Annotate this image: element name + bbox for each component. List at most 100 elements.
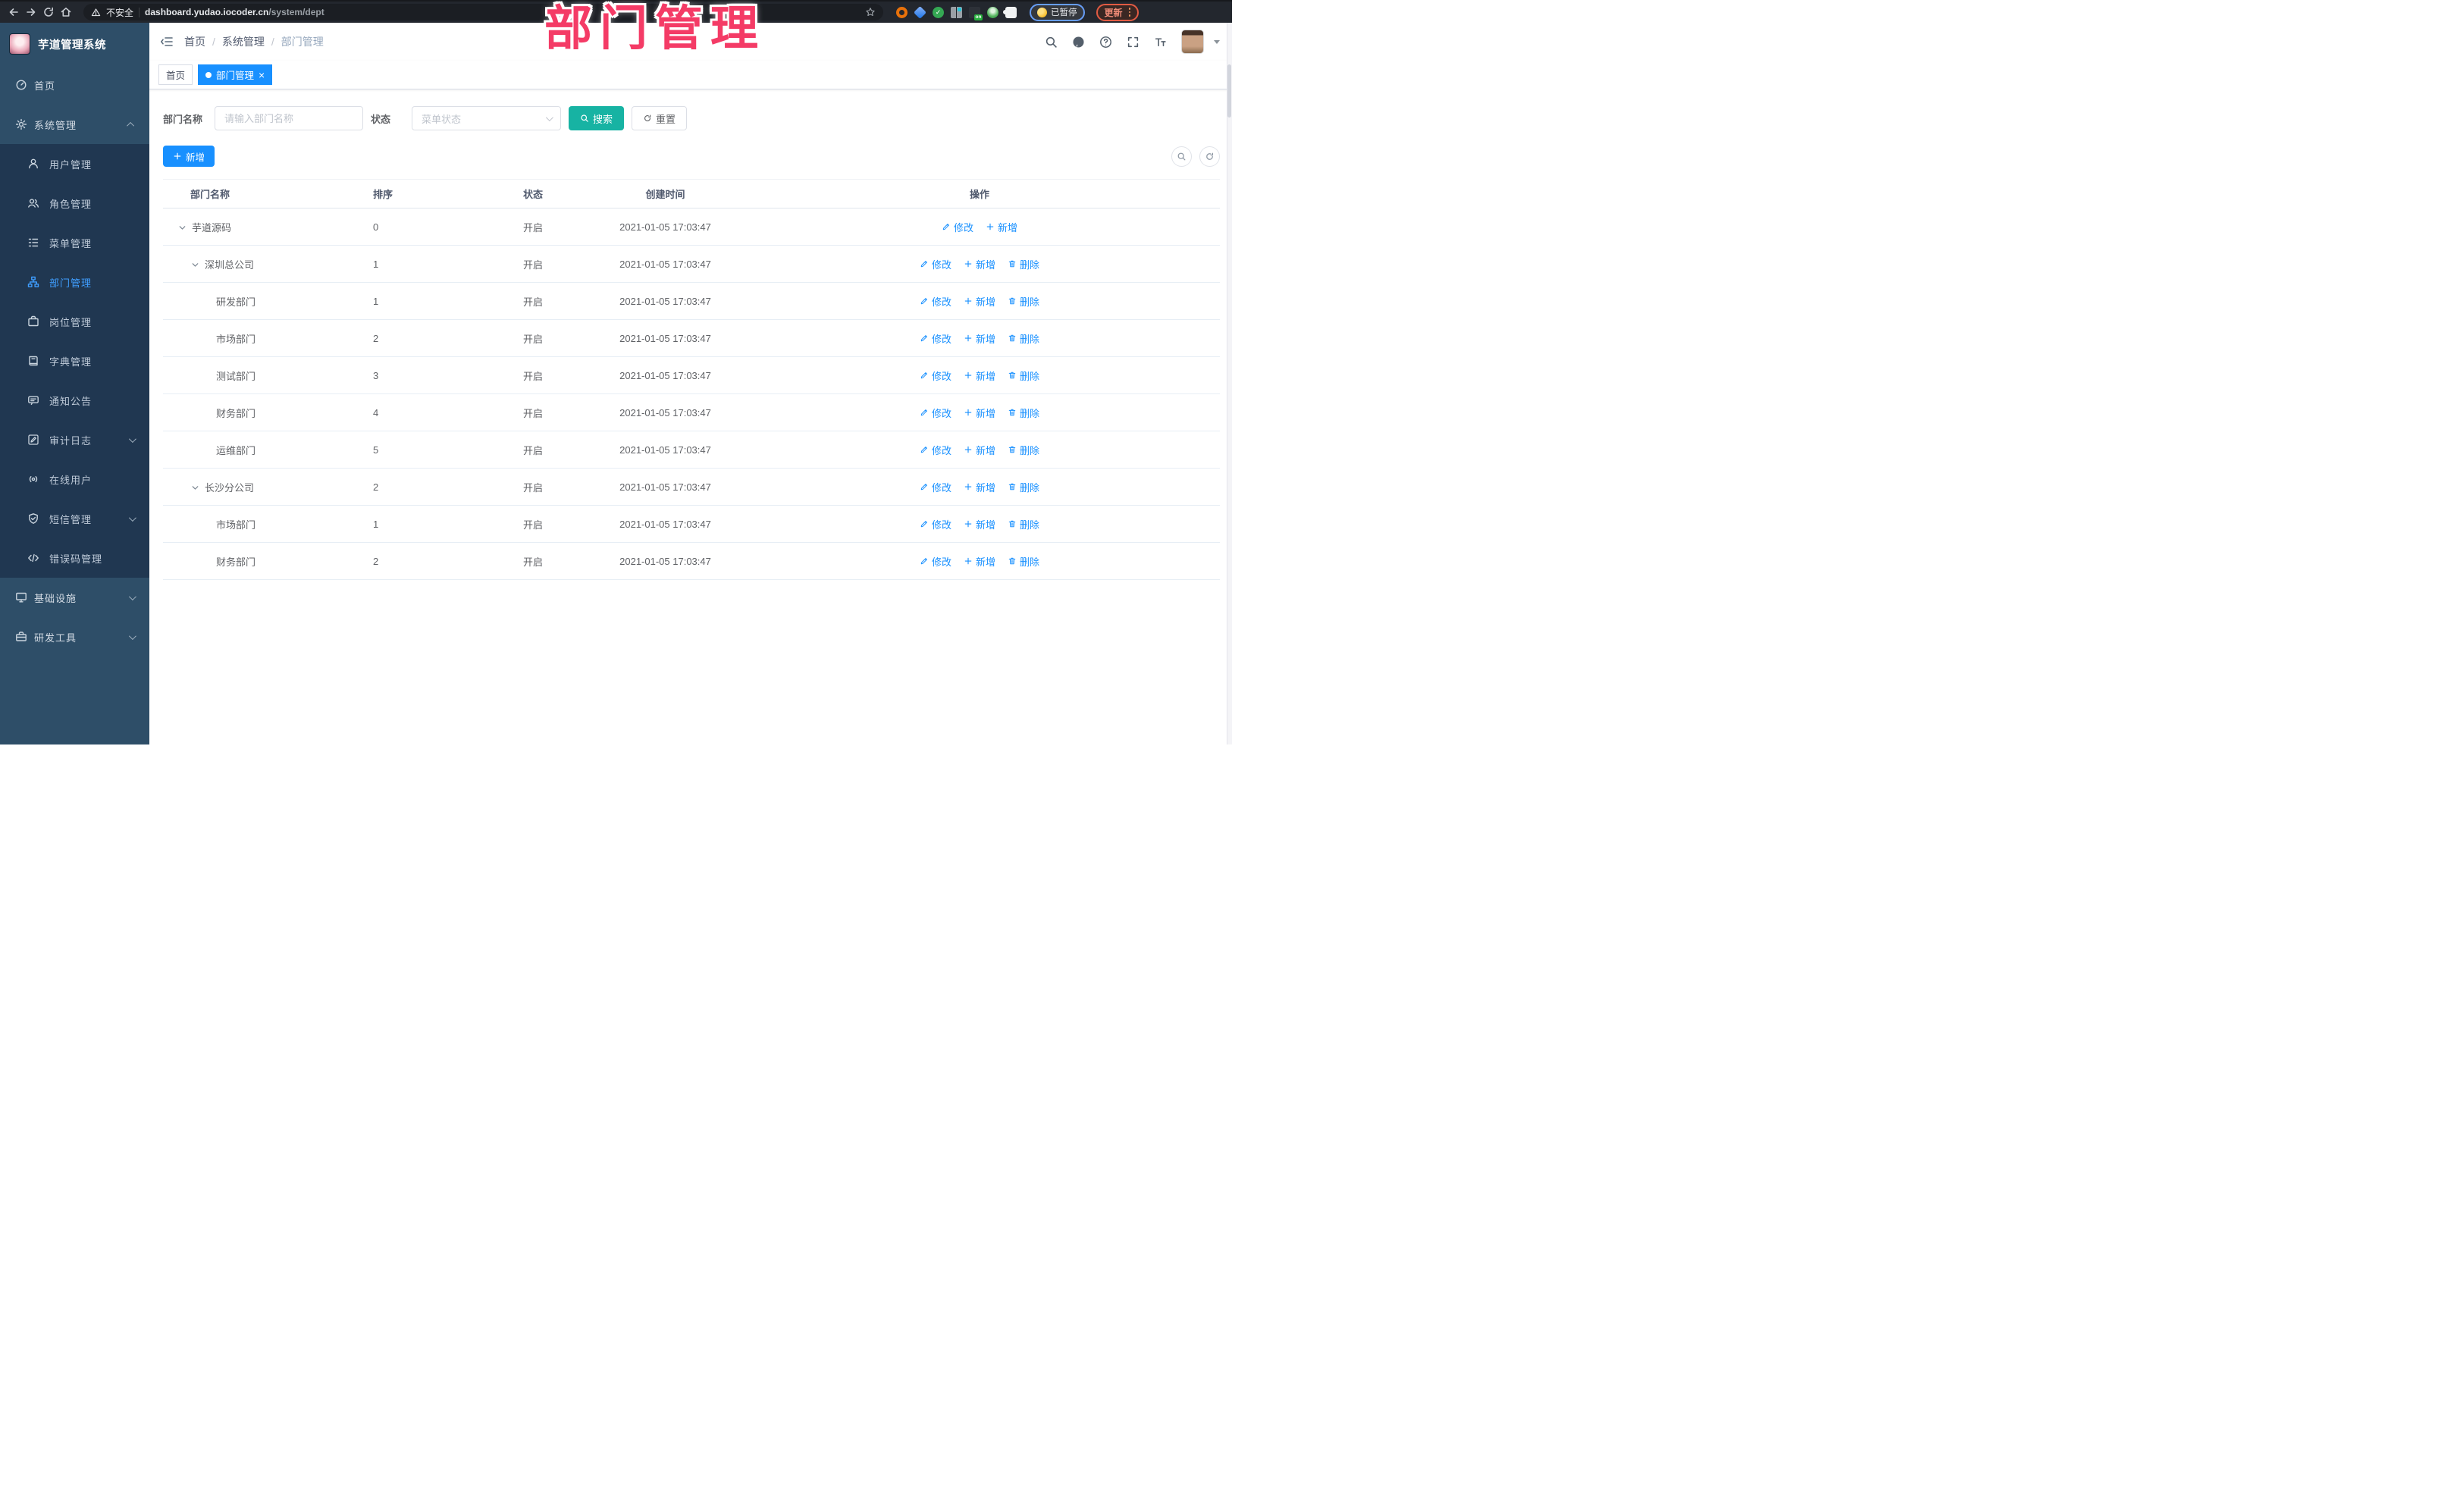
breadcrumb-system[interactable]: 系统管理 [222, 34, 265, 49]
logo-image [9, 33, 30, 55]
sidebar-toggle-icon[interactable] [160, 35, 174, 49]
sidebar-logo[interactable]: 芋道管理系统 [0, 23, 149, 65]
delete-link[interactable]: 删除 [1008, 480, 1039, 494]
reset-button[interactable]: 重置 [632, 106, 688, 130]
bookmark-star-icon[interactable] [865, 7, 876, 17]
extension-check-icon[interactable]: ✓ [933, 6, 944, 18]
caret-down-icon[interactable] [1214, 39, 1220, 44]
browser-profile-chip[interactable]: 已暂停 [1030, 3, 1085, 21]
edit-link[interactable]: 修改 [942, 220, 973, 234]
dept-name-input[interactable] [215, 106, 364, 130]
breadcrumb-home[interactable]: 首页 [184, 34, 205, 49]
edit-link[interactable]: 修改 [920, 257, 951, 271]
expand-arrow-icon[interactable] [178, 223, 187, 231]
sidebar-item-dev-tools[interactable]: 研发工具 [0, 617, 149, 657]
help-icon[interactable] [1099, 36, 1112, 49]
edit-link[interactable]: 修改 [920, 554, 951, 569]
back-icon[interactable] [8, 6, 20, 18]
sidebar-item-notice[interactable]: 通知公告 [0, 381, 149, 420]
edit-link[interactable]: 修改 [920, 368, 951, 383]
edit-link[interactable]: 修改 [920, 406, 951, 420]
extension-tampermonkey-icon[interactable]: on [969, 6, 983, 20]
sidebar-item-online-users[interactable]: 在线用户 [0, 459, 149, 499]
sidebar-item-roles[interactable]: 角色管理 [0, 183, 149, 223]
header-actions [1045, 30, 1220, 54]
sidebar-item-error-codes[interactable]: 错误码管理 [0, 538, 149, 578]
tab-home[interactable]: 首页 [158, 64, 193, 85]
add-link[interactable]: 新增 [986, 220, 1017, 234]
extension-grid-icon[interactable] [951, 6, 962, 18]
tab-dept-management[interactable]: 部门管理 × [198, 64, 273, 85]
delete-link[interactable]: 删除 [1008, 554, 1039, 569]
expand-arrow-icon[interactable] [191, 483, 199, 491]
search-button[interactable]: 搜索 [569, 106, 625, 130]
add-link[interactable]: 新增 [964, 554, 995, 569]
reload-icon[interactable] [42, 6, 55, 18]
delete-link[interactable]: 删除 [1008, 257, 1039, 271]
hide-search-button[interactable] [1171, 146, 1192, 167]
dept-status: 开启 [523, 333, 544, 345]
scrollbar-thumb[interactable] [1227, 64, 1231, 118]
delete-link[interactable]: 删除 [1008, 368, 1039, 383]
user-avatar[interactable] [1181, 30, 1204, 54]
menu-list-icon [27, 237, 39, 249]
sidebar-item-system[interactable]: 系统管理 [0, 105, 149, 144]
add-link[interactable]: 新增 [964, 480, 995, 494]
sidebar-item-sms[interactable]: 短信管理 [0, 499, 149, 538]
page-scrollbar[interactable] [1227, 23, 1232, 744]
extension-gem-icon[interactable] [914, 5, 926, 19]
delete-link[interactable]: 删除 [1008, 294, 1039, 309]
add-link[interactable]: 新增 [964, 368, 995, 383]
close-icon[interactable]: × [259, 70, 265, 80]
add-link[interactable]: 新增 [964, 406, 995, 420]
search-icon[interactable] [1045, 36, 1058, 49]
sidebar-item-audit-log[interactable]: 审计日志 [0, 420, 149, 459]
add-link[interactable]: 新增 [964, 443, 995, 457]
add-link[interactable]: 新增 [964, 294, 995, 309]
chevron-down-icon [128, 513, 136, 522]
status-select[interactable]: 菜单状态 [412, 106, 562, 130]
expand-arrow-icon[interactable] [191, 260, 199, 268]
font-size-icon[interactable] [1154, 36, 1167, 49]
browser-update-button[interactable]: 更新 [1096, 3, 1140, 21]
sidebar-item-home[interactable]: 首页 [0, 65, 149, 105]
dept-created: 2021-01-05 17:03:47 [619, 332, 711, 344]
active-dot-icon [205, 71, 212, 78]
delete-link[interactable]: 删除 [1008, 406, 1039, 420]
edit-link[interactable]: 修改 [920, 517, 951, 531]
breadcrumb-separator: / [271, 36, 274, 48]
forward-icon[interactable] [25, 6, 37, 18]
sidebar-item-dict[interactable]: 字典管理 [0, 341, 149, 381]
github-icon[interactable] [1072, 36, 1085, 49]
chevron-down-icon [128, 632, 136, 640]
edit-link[interactable]: 修改 [920, 443, 951, 457]
home-icon[interactable] [60, 6, 72, 18]
security-label[interactable]: 不安全 [106, 6, 133, 19]
delete-link[interactable]: 删除 [1008, 331, 1039, 346]
chevron-up-icon [127, 121, 135, 130]
sidebar-item-menus[interactable]: 菜单管理 [0, 223, 149, 262]
divider [139, 7, 140, 17]
extensions-puzzle-icon[interactable] [1003, 6, 1017, 18]
refresh-button[interactable] [1199, 146, 1220, 167]
dept-status: 开启 [523, 556, 544, 568]
dept-status: 开启 [523, 259, 544, 271]
add-button[interactable]: 新增 [163, 146, 215, 167]
edit-link[interactable]: 修改 [920, 294, 951, 309]
sidebar-item-users[interactable]: 用户管理 [0, 144, 149, 183]
extension-donut-icon[interactable] [896, 6, 908, 18]
edit-link[interactable]: 修改 [920, 480, 951, 494]
add-link[interactable]: 新增 [964, 257, 995, 271]
fullscreen-icon[interactable] [1127, 36, 1140, 49]
extension-person-icon[interactable] [987, 6, 998, 18]
sidebar-item-infrastructure[interactable]: 基础设施 [0, 578, 149, 617]
edit-link[interactable]: 修改 [920, 331, 951, 346]
sidebar-item-departments[interactable]: 部门管理 [0, 262, 149, 302]
url-text[interactable]: dashboard.yudao.iocoder.cn/system/dept [145, 7, 324, 17]
add-link[interactable]: 新增 [964, 517, 995, 531]
menu-dots-icon[interactable] [1128, 8, 1131, 17]
sidebar-item-posts[interactable]: 岗位管理 [0, 302, 149, 341]
delete-link[interactable]: 删除 [1008, 443, 1039, 457]
delete-link[interactable]: 删除 [1008, 517, 1039, 531]
add-link[interactable]: 新增 [964, 331, 995, 346]
